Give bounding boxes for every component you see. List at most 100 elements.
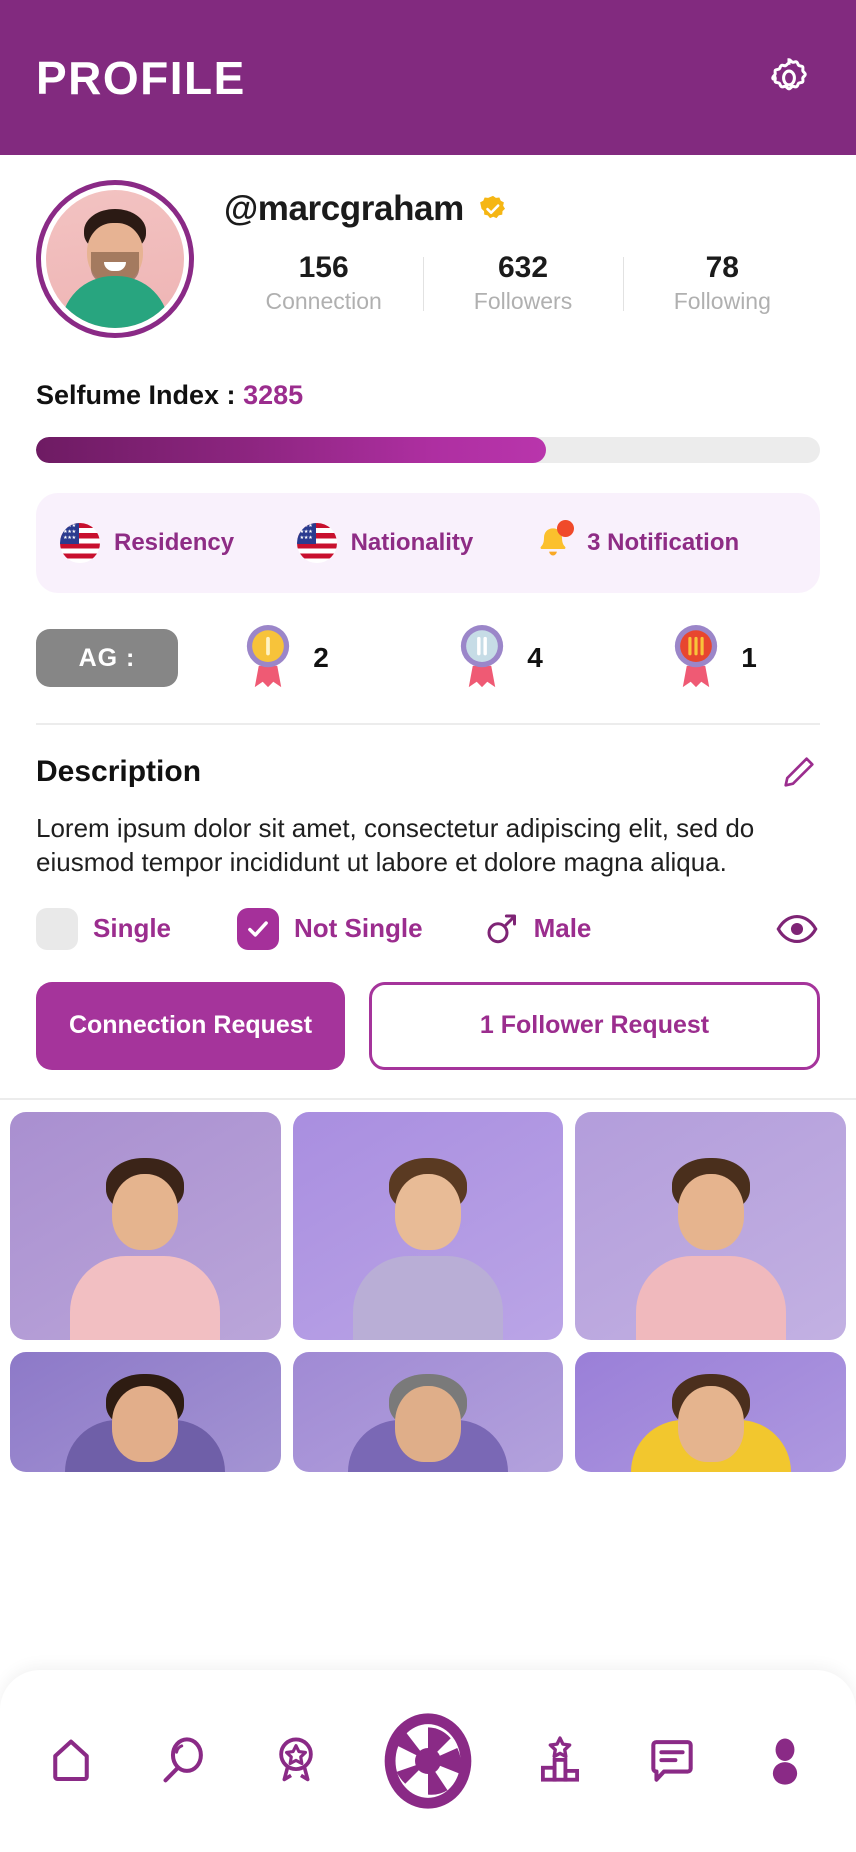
description-text: Lorem ipsum dolor sit amet, consectetur …	[36, 813, 755, 878]
selfume-index-label: Selfume Index :	[36, 380, 236, 410]
stat-following[interactable]: 78 Following	[622, 251, 822, 315]
medal-count: 1	[741, 642, 757, 673]
not-single-checkbox[interactable]	[237, 907, 280, 950]
verified-badge-icon	[479, 195, 505, 219]
nav-leaderboard[interactable]	[523, 1724, 597, 1798]
avatar-shirt	[61, 276, 169, 328]
medal-bronze-group[interactable]: 1	[606, 621, 820, 695]
eye-icon	[776, 914, 818, 943]
medal-count: 4	[527, 642, 543, 673]
medal-silver-group[interactable]: 4	[392, 621, 606, 695]
visibility-toggle-button[interactable]	[774, 906, 820, 952]
photo-teen-glasses[interactable]	[292, 1111, 564, 1340]
photo-man-yellow[interactable]	[575, 1351, 846, 1472]
photo-shirt	[635, 1255, 786, 1340]
status-label: Single	[93, 913, 172, 944]
profile-details: @marcgraham 156 Connection 632 Followers…	[194, 177, 822, 315]
photo-man-excited[interactable]	[10, 1351, 281, 1472]
photo-face	[677, 1385, 744, 1462]
award-icon	[279, 1737, 314, 1782]
selfume-index-row: Selfume Index : 3285	[36, 380, 820, 411]
chip-notification[interactable]: 3 Notification	[533, 520, 796, 564]
gear-icon	[771, 57, 807, 90]
stats-row: 156 Connection 632 Followers 78 Followin…	[224, 251, 822, 315]
photo-face	[112, 1173, 179, 1250]
page-title: PROFILE	[36, 51, 246, 104]
chip-label: Nationality	[350, 529, 474, 556]
bronze-medal-icon	[669, 621, 723, 695]
info-chips: Residency Nationality 3 Notification	[36, 493, 820, 593]
description-title: Description	[36, 755, 202, 788]
photo-man-surprise[interactable]	[575, 1111, 846, 1340]
single-checkbox[interactable]	[36, 907, 78, 950]
us-flag-icon	[296, 523, 337, 563]
app-header: PROFILE	[0, 0, 856, 155]
status-gender[interactable]: Male	[483, 911, 592, 947]
person-icon	[772, 1738, 798, 1785]
username-row: @marcgraham	[224, 189, 822, 229]
male-symbol-icon	[487, 914, 516, 943]
avatar[interactable]	[36, 180, 194, 338]
photo-face	[677, 1173, 744, 1250]
medal-count: 2	[313, 642, 329, 673]
photo-man-beard[interactable]	[292, 1351, 564, 1472]
chip-nationality[interactable]: Nationality	[296, 523, 526, 563]
nav-awards[interactable]	[259, 1724, 333, 1798]
connection-request-button[interactable]: Connection Request	[36, 981, 345, 1070]
achievements-row: AG : 2 4 1	[36, 621, 820, 695]
username: @marcgraham	[224, 189, 464, 228]
photo-grid	[0, 1100, 856, 1472]
selfume-index-value: 3285	[243, 380, 304, 410]
photo-face	[394, 1173, 461, 1250]
stat-label: Following	[673, 287, 771, 314]
chat-icon	[651, 1740, 693, 1782]
nav-home[interactable]	[34, 1724, 108, 1798]
stat-value: 632	[497, 251, 549, 284]
nav-camera[interactable]	[372, 1705, 484, 1817]
chip-label: Residency	[114, 529, 235, 556]
selfume-progress-track[interactable]	[36, 437, 820, 463]
podium-star-icon	[540, 1736, 579, 1782]
chip-residency[interactable]: Residency	[60, 523, 289, 563]
stat-label: Followers	[473, 287, 573, 314]
silver-medal-icon	[455, 621, 509, 695]
status-label: Male	[533, 913, 592, 944]
edit-description-button[interactable]	[778, 751, 820, 793]
avatar-image	[46, 190, 184, 328]
action-buttons: Connection Request 1 Follower Request	[36, 981, 820, 1070]
bottom-navigation	[0, 1670, 856, 1852]
home-icon	[53, 1739, 89, 1782]
nav-profile[interactable]	[748, 1724, 822, 1798]
profile-screen: PROFILE @marcgraham 156 Connection 632 F…	[0, 0, 856, 1852]
photo-man-phone[interactable]	[10, 1111, 281, 1340]
medal-gold-group[interactable]: 2	[178, 621, 392, 695]
follower-request-button[interactable]: 1 Follower Request	[369, 981, 820, 1070]
pencil-icon	[784, 757, 814, 787]
description-header: Description	[36, 751, 820, 793]
stat-connection[interactable]: 156 Connection	[224, 251, 423, 315]
chip-label: 3 Notification	[587, 529, 740, 556]
nav-search[interactable]	[147, 1724, 221, 1798]
ag-label: AG :	[36, 629, 178, 687]
stat-value: 156	[298, 251, 349, 284]
status-not-single[interactable]: Not Single	[237, 907, 423, 950]
gold-medal-icon	[241, 621, 295, 695]
photo-shirt	[70, 1255, 221, 1340]
stat-followers[interactable]: 632 Followers	[423, 251, 622, 315]
us-flag-icon	[60, 523, 100, 563]
camera-shutter-icon	[384, 1713, 472, 1809]
photo-face	[112, 1385, 179, 1462]
status-single[interactable]: Single	[36, 907, 172, 950]
photo-face	[394, 1385, 461, 1462]
bell-icon	[533, 520, 575, 564]
status-label: Not Single	[294, 913, 423, 944]
nav-messages[interactable]	[635, 1724, 709, 1798]
photo-shirt	[352, 1255, 503, 1340]
profile-summary: @marcgraham 156 Connection 632 Followers…	[0, 155, 856, 338]
relationship-status-row: Single Not Single Male	[36, 906, 820, 952]
stat-label: Connection	[265, 287, 382, 314]
check-icon	[248, 920, 268, 937]
section-divider	[36, 723, 820, 725]
stat-value: 78	[705, 251, 739, 284]
settings-button[interactable]	[760, 49, 818, 107]
